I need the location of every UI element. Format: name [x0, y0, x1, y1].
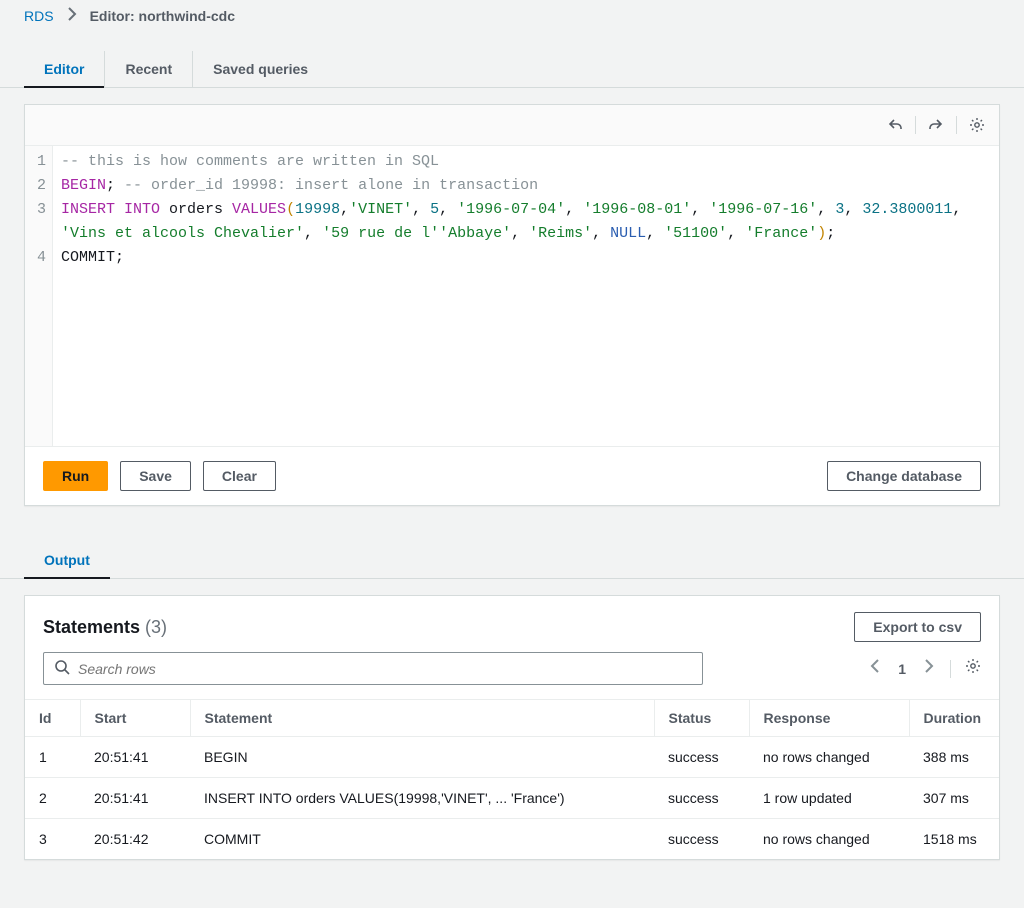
change-database-button[interactable]: Change database [827, 461, 981, 491]
table-row[interactable]: 1 20:51:41 BEGIN success no rows changed… [25, 737, 999, 778]
col-id[interactable]: Id [25, 700, 80, 737]
editor-button-row: Run Save Clear Change database [25, 446, 999, 505]
code-content[interactable]: -- this is how comments are written in S… [53, 146, 999, 446]
statements-table: Id Start Statement Status Response Durat… [25, 699, 999, 859]
gear-icon[interactable] [965, 658, 981, 679]
prev-page-icon[interactable] [868, 658, 884, 679]
tab-recent[interactable]: Recent [105, 51, 193, 87]
col-duration[interactable]: Duration [909, 700, 999, 737]
col-statement[interactable]: Statement [190, 700, 654, 737]
editor-panel: 1 2 3 4 -- this is how comments are writ… [24, 104, 1000, 506]
table-row[interactable]: 2 20:51:41 INSERT INTO orders VALUES(199… [25, 778, 999, 819]
search-box[interactable] [43, 652, 703, 685]
line-gutter: 1 2 3 4 [25, 146, 53, 446]
gear-icon[interactable] [967, 115, 987, 135]
pager-divider [950, 660, 951, 678]
statements-header: Statements (3) Export to csv [25, 596, 999, 652]
pager: 1 [868, 658, 981, 679]
table-header-row: Id Start Statement Status Response Durat… [25, 700, 999, 737]
save-button[interactable]: Save [120, 461, 191, 491]
breadcrumb: RDS Editor: northwind-cdc [0, 0, 1024, 31]
sql-editor[interactable]: 1 2 3 4 -- this is how comments are writ… [25, 146, 999, 446]
col-status[interactable]: Status [654, 700, 749, 737]
page-number: 1 [898, 661, 906, 677]
statements-search-row: 1 [25, 652, 999, 699]
clear-button[interactable]: Clear [203, 461, 276, 491]
chevron-right-icon [64, 6, 80, 25]
editor-toolbar [25, 105, 999, 146]
undo-icon[interactable] [885, 115, 905, 135]
search-input[interactable] [78, 661, 692, 677]
export-csv-button[interactable]: Export to csv [854, 612, 981, 642]
tab-output[interactable]: Output [24, 542, 110, 578]
tab-saved-queries[interactable]: Saved queries [193, 51, 328, 87]
col-response[interactable]: Response [749, 700, 909, 737]
statements-title: Statements (3) [43, 617, 167, 638]
table-row[interactable]: 3 20:51:42 COMMIT success no rows change… [25, 819, 999, 860]
breadcrumb-current: Editor: northwind-cdc [90, 8, 235, 24]
col-start[interactable]: Start [80, 700, 190, 737]
toolbar-divider [956, 116, 957, 134]
statements-panel: Statements (3) Export to csv 1 [24, 595, 1000, 860]
output-tabs: Output [0, 522, 1024, 579]
next-page-icon[interactable] [920, 658, 936, 679]
run-button[interactable]: Run [43, 461, 108, 491]
tab-editor[interactable]: Editor [24, 51, 105, 87]
breadcrumb-root-link[interactable]: RDS [24, 8, 54, 24]
redo-icon[interactable] [926, 115, 946, 135]
search-icon [54, 659, 70, 678]
toolbar-divider [915, 116, 916, 134]
top-tabs: Editor Recent Saved queries [0, 31, 1024, 88]
